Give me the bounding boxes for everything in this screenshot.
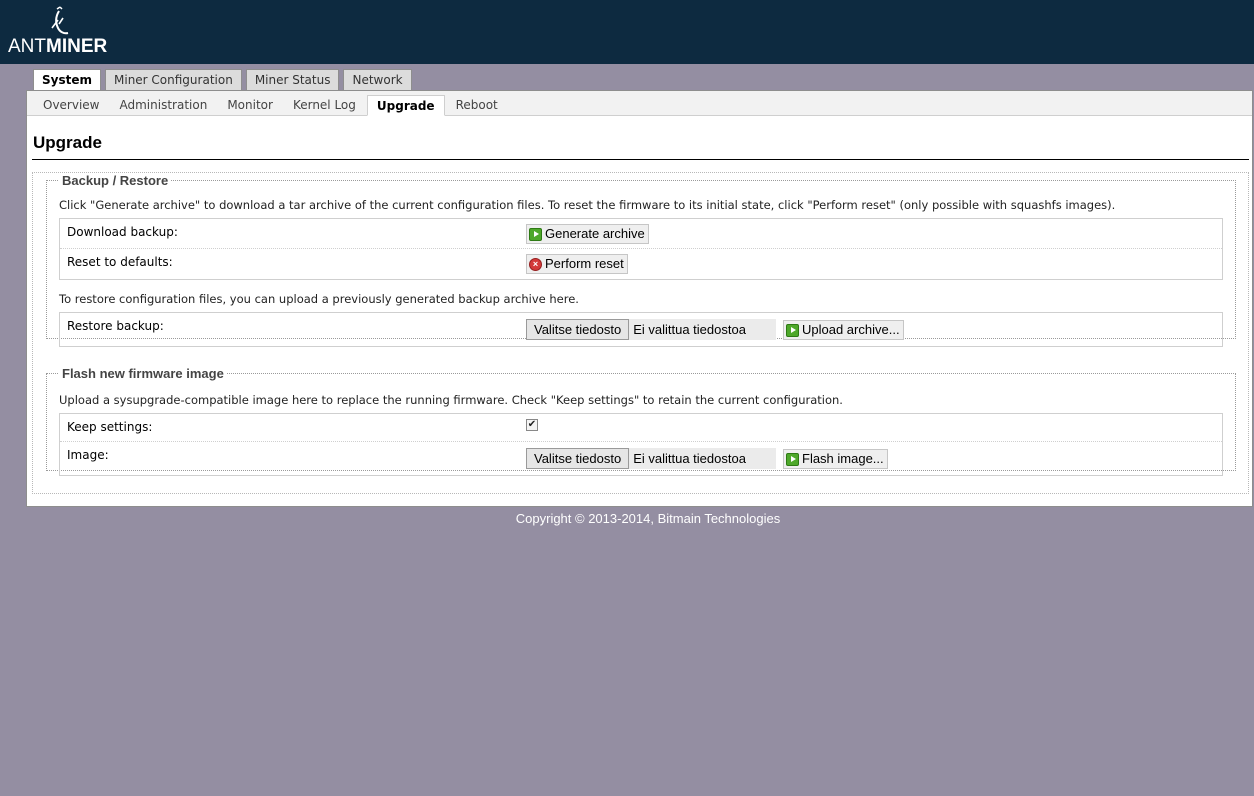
download-backup-label: Download backup: xyxy=(67,225,178,239)
flash-table: Keep settings: ✔ Image: Valitse tiedosto… xyxy=(59,413,1223,476)
backup-table: Download backup: Generate archive Reset … xyxy=(59,218,1223,280)
generate-archive-button[interactable]: Generate archive xyxy=(526,224,649,244)
antminer-ant-icon xyxy=(51,6,69,35)
keep-settings-checkbox[interactable]: ✔ xyxy=(526,419,538,431)
restore-description: To restore configuration files, you can … xyxy=(59,292,579,306)
tab-system[interactable]: System xyxy=(33,69,101,92)
antminer-logo[interactable]: ANTMINER xyxy=(8,6,107,58)
play-icon xyxy=(529,227,542,241)
play-icon xyxy=(786,452,799,466)
flash-firmware-section: Flash new firmware image Upload a sysupg… xyxy=(46,366,1236,476)
top-tabs: System Miner Configuration Miner Status … xyxy=(33,69,416,92)
restore-table: Restore backup: Valitse tiedosto Ei vali… xyxy=(59,312,1223,347)
logo-text-ant: ANT xyxy=(8,36,46,57)
page-title: Upgrade xyxy=(33,133,102,152)
perform-reset-label: Perform reset xyxy=(545,256,624,271)
subtab-reboot[interactable]: Reboot xyxy=(447,95,507,116)
keep-settings-label: Keep settings: xyxy=(67,420,153,434)
image-file-input[interactable]: Valitse tiedosto Ei valittua tiedostoa xyxy=(526,448,777,469)
generate-archive-label: Generate archive xyxy=(545,226,645,241)
main-panel: Overview Administration Monitor Kernel L… xyxy=(26,90,1253,507)
backup-restore-section: Backup / Restore Click "Generate archive… xyxy=(46,173,1236,347)
footer-copyright: Copyright © 2013-2014, Bitmain Technolog… xyxy=(515,511,781,526)
subtab-overview[interactable]: Overview xyxy=(34,95,109,116)
restore-backup-row: Restore backup: Valitse tiedosto Ei vali… xyxy=(60,313,1222,346)
no-file-chosen-text: Ei valittua tiedostoa xyxy=(629,319,777,340)
flash-image-label: Flash image... xyxy=(802,451,884,466)
play-icon xyxy=(786,323,799,337)
download-backup-row: Download backup: Generate archive xyxy=(60,219,1222,249)
header: ANTMINER xyxy=(0,0,1254,64)
choose-image-button[interactable]: Valitse tiedosto xyxy=(526,448,630,469)
perform-reset-button[interactable]: × Perform reset xyxy=(526,254,628,274)
upload-archive-label: Upload archive... xyxy=(802,322,900,337)
tab-network[interactable]: Network xyxy=(343,69,412,91)
content-box: Backup / Restore Click "Generate archive… xyxy=(32,172,1249,494)
subtab-administration[interactable]: Administration xyxy=(111,95,217,116)
choose-file-button[interactable]: Valitse tiedosto xyxy=(526,319,630,340)
image-row: Image: Valitse tiedosto Ei valittua tied… xyxy=(60,442,1222,475)
upload-archive-button[interactable]: Upload archive... xyxy=(783,320,904,340)
subnav: Overview Administration Monitor Kernel L… xyxy=(27,91,1252,116)
keep-settings-row: Keep settings: ✔ xyxy=(60,414,1222,442)
tab-miner-configuration[interactable]: Miner Configuration xyxy=(105,69,242,91)
tab-miner-status[interactable]: Miner Status xyxy=(245,69,340,91)
backup-description: Click "Generate archive" to download a t… xyxy=(59,198,1116,212)
flash-description: Upload a sysupgrade-compatible image her… xyxy=(59,393,843,407)
subtab-upgrade[interactable]: Upgrade xyxy=(366,95,445,116)
reset-defaults-row: Reset to defaults: × Perform reset xyxy=(60,249,1222,279)
flash-image-button[interactable]: Flash image... xyxy=(783,449,888,469)
restore-file-input[interactable]: Valitse tiedosto Ei valittua tiedostoa xyxy=(526,319,777,340)
backup-restore-legend: Backup / Restore xyxy=(62,173,169,188)
no-image-chosen-text: Ei valittua tiedostoa xyxy=(629,448,777,469)
flash-firmware-legend: Flash new firmware image xyxy=(62,366,224,381)
reset-icon: × xyxy=(529,257,542,271)
subtab-monitor[interactable]: Monitor xyxy=(218,95,282,116)
logo-text: ANTMINER xyxy=(8,36,107,58)
reset-defaults-label: Reset to defaults: xyxy=(67,255,173,269)
restore-backup-label: Restore backup: xyxy=(67,319,164,333)
logo-text-miner: MINER xyxy=(46,36,108,57)
subtab-kernel-log[interactable]: Kernel Log xyxy=(284,95,365,116)
image-label: Image: xyxy=(67,448,109,462)
title-divider xyxy=(32,159,1249,160)
